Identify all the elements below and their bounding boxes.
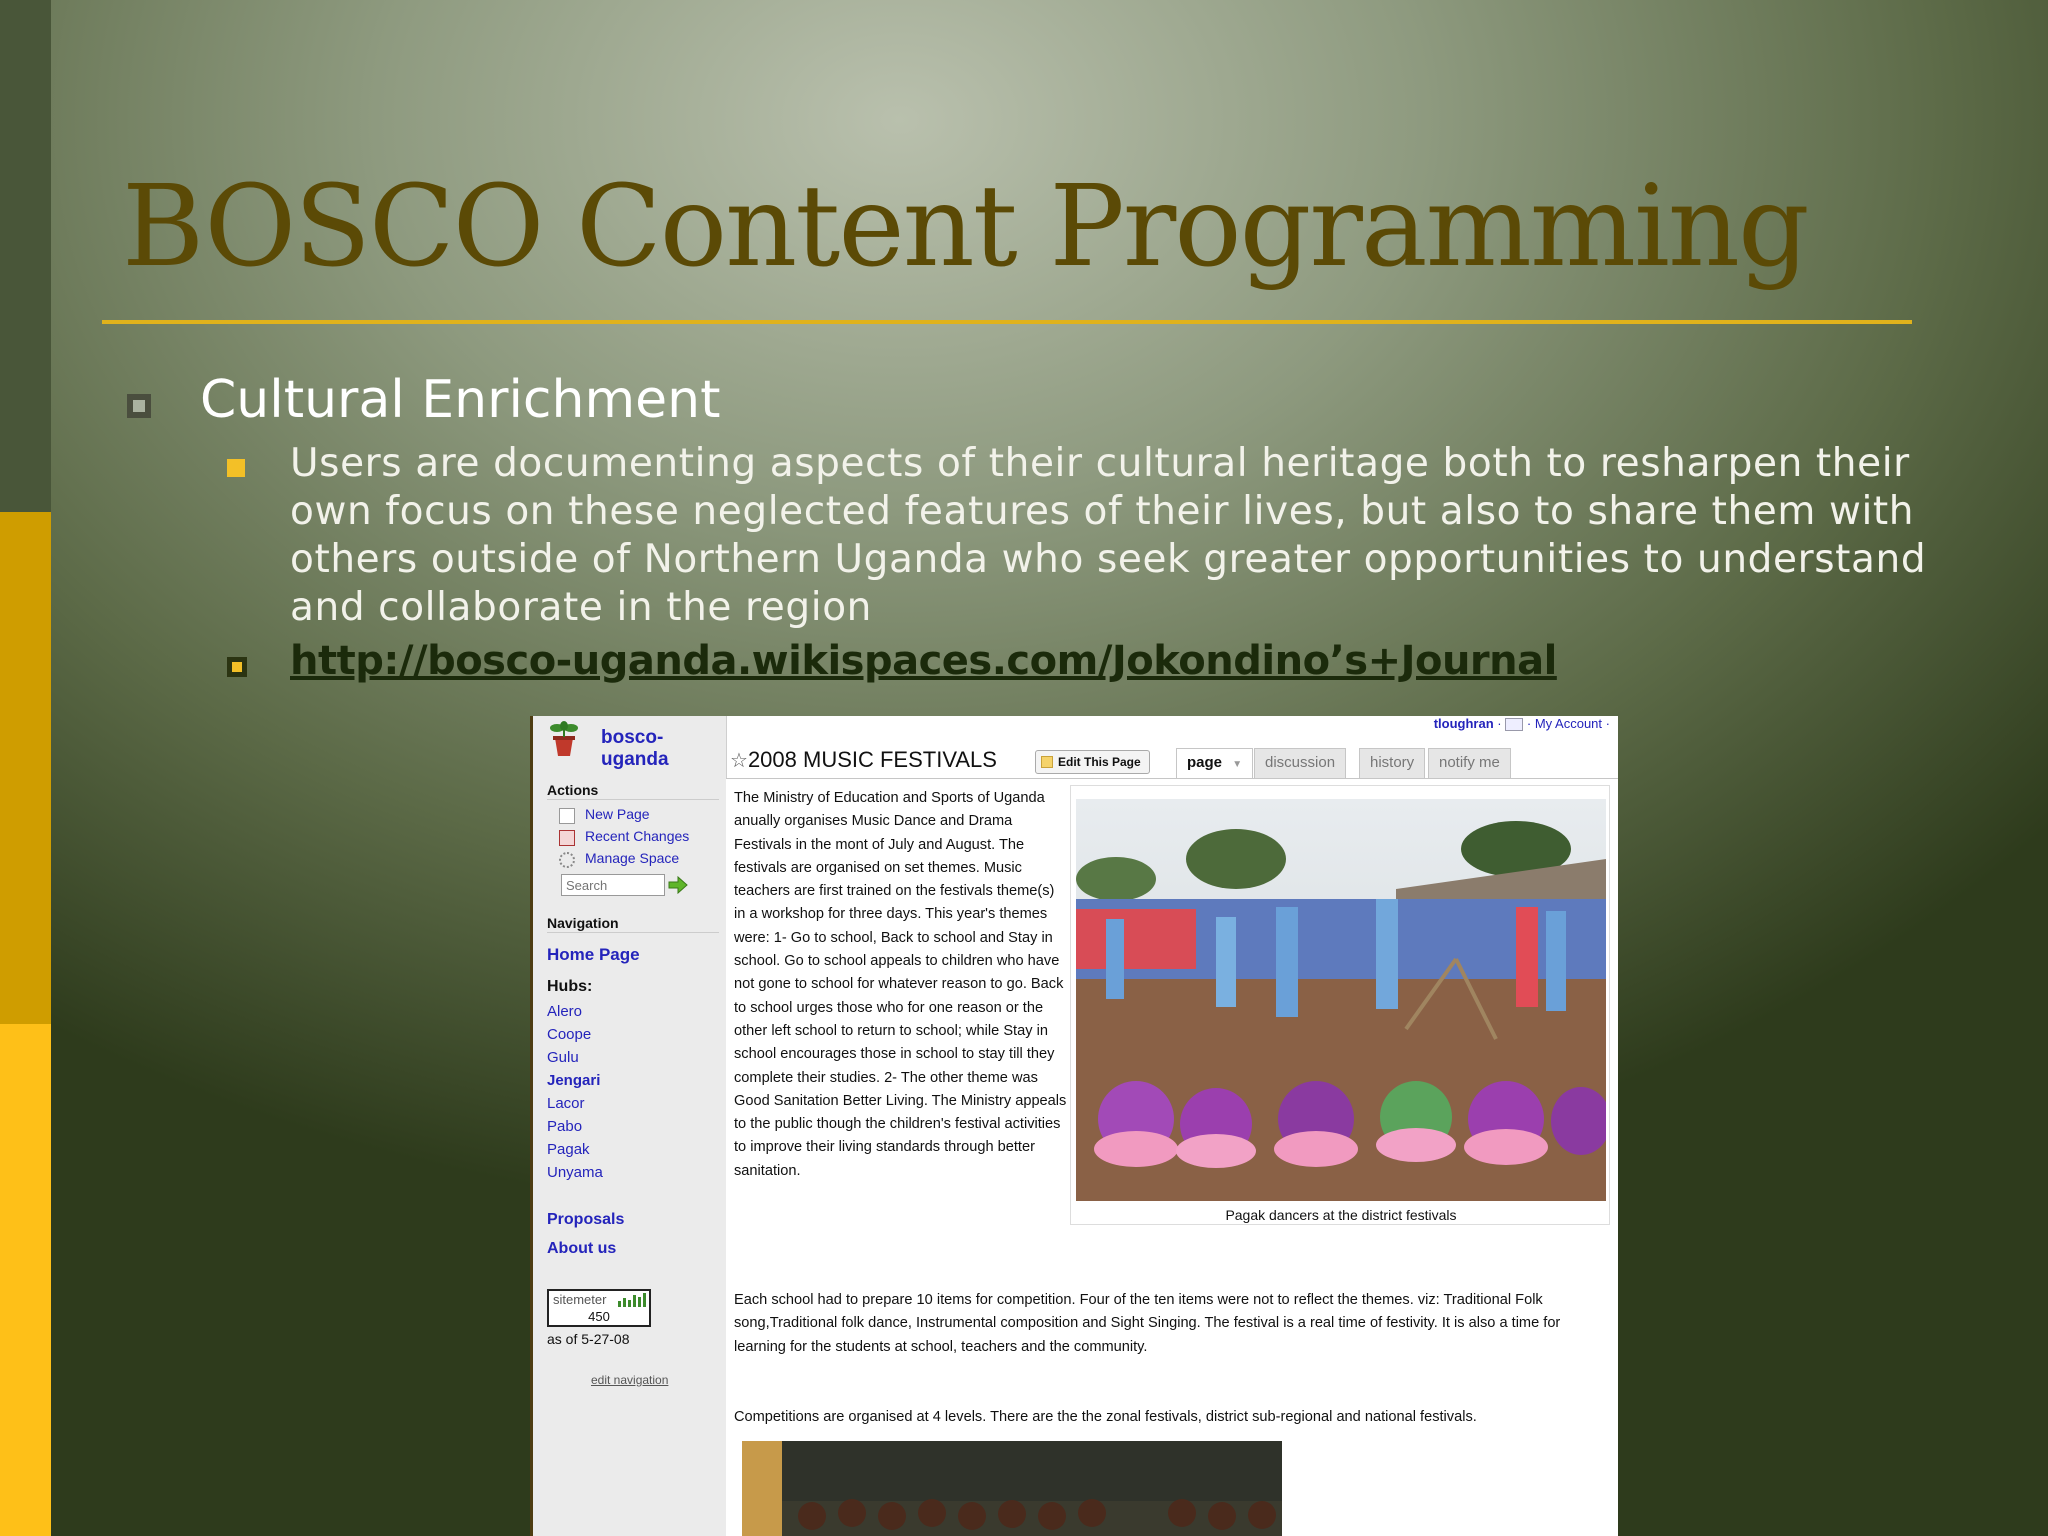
accent-bar-bottom <box>0 1024 51 1536</box>
my-account-link[interactable]: My Account <box>1535 716 1602 731</box>
hub-link[interactable]: Gulu <box>547 1049 579 1066</box>
gear-icon <box>559 852 575 868</box>
wiki-site-name[interactable]: bosco-uganda <box>601 727 726 771</box>
edit-navigation-link[interactable]: edit navigation <box>591 1373 668 1387</box>
navigation-heading: Navigation <box>547 915 619 931</box>
sub-bullet-square-icon <box>227 459 245 477</box>
new-page-icon <box>559 808 575 824</box>
page-content: The Ministry of Education and Sports of … <box>726 779 1618 1536</box>
accent-bar-middle <box>0 512 51 1024</box>
hub-link[interactable]: Lacor <box>547 1095 585 1112</box>
slide: BOSCO Content Programming Cultural Enric… <box>0 0 2048 1536</box>
page-title: ☆2008 MUSIC FESTIVALS <box>730 747 997 773</box>
plant-pot-logo-icon <box>550 721 578 756</box>
divider <box>547 932 719 933</box>
username-link[interactable]: tloughran <box>1434 716 1494 731</box>
sitemeter-date: as of 5-27-08 <box>547 1331 630 1347</box>
sub-bullet-text: Users are documenting aspects of their c… <box>290 441 1927 630</box>
star-icon[interactable]: ☆ <box>730 750 748 772</box>
bullet-heading: Cultural Enrichment <box>200 370 721 430</box>
bar-graph-icon <box>618 1293 646 1307</box>
tab-discussion[interactable]: discussion <box>1254 748 1347 778</box>
wiki-sidebar: bosco-uganda Actions New Page Recent Cha… <box>533 716 727 1536</box>
separator: · <box>1605 716 1610 731</box>
pencil-icon <box>1041 756 1053 768</box>
nav-about-us[interactable]: About us <box>547 1240 616 1258</box>
search-input[interactable] <box>561 874 665 896</box>
hub-link[interactable]: Coope <box>547 1026 591 1043</box>
bullet-square-icon <box>127 394 151 418</box>
sitemeter-badge[interactable]: sitemeter 450 <box>547 1289 651 1327</box>
separator: · <box>1497 716 1502 731</box>
hubs-label: Hubs: <box>547 978 593 995</box>
title-underline <box>102 320 1912 324</box>
hub-link[interactable]: Alero <box>547 1003 582 1020</box>
slide-title: BOSCO Content Programming <box>122 162 1810 292</box>
dancers-photo <box>1076 799 1606 1201</box>
chevron-down-icon: ▼ <box>1232 759 1243 770</box>
sitemeter-brand: sitemeter <box>553 1292 607 1307</box>
actions-heading: Actions <box>547 782 599 798</box>
tab-history[interactable]: history <box>1359 748 1426 778</box>
edit-page-button[interactable]: Edit This Page <box>1035 750 1150 774</box>
page-title-text: 2008 MUSIC FESTIVALS <box>747 747 997 772</box>
mail-icon[interactable] <box>1505 718 1524 732</box>
action-recent-changes[interactable]: Recent Changes <box>585 828 689 844</box>
content-paragraph: Each school had to prepare 10 items for … <box>734 1292 1561 1355</box>
journal-link[interactable]: http://bosco-uganda.wikispaces.com/Jokon… <box>290 638 1557 684</box>
separator: · <box>1526 716 1532 731</box>
tab-page-label: page <box>1187 754 1223 771</box>
sitemeter-count: 450 <box>588 1309 610 1324</box>
content-paragraph: Competitions are organised at 4 levels. … <box>734 1409 1477 1425</box>
hub-link[interactable]: Pabo <box>547 1118 582 1135</box>
nav-proposals[interactable]: Proposals <box>547 1211 624 1229</box>
action-new-page[interactable]: New Page <box>585 806 650 822</box>
divider <box>547 799 719 800</box>
hub-link[interactable]: Jengari <box>547 1072 600 1089</box>
tab-notify-me[interactable]: notify me <box>1428 748 1511 778</box>
choir-photo <box>742 1441 1282 1536</box>
hub-link[interactable]: Pagak <box>547 1141 590 1158</box>
hub-link[interactable]: Unyama <box>547 1164 603 1181</box>
calendar-icon <box>559 830 575 846</box>
sub-bullet-hollow-square-icon <box>227 657 247 677</box>
tab-page[interactable]: page ▼ <box>1176 748 1254 780</box>
accent-bar-top <box>0 0 51 512</box>
edit-page-label: Edit This Page <box>1058 755 1141 769</box>
action-manage-space[interactable]: Manage Space <box>585 850 679 866</box>
nav-home-page[interactable]: Home Page <box>547 945 640 965</box>
user-links: tloughran · · My Account · <box>1434 716 1610 732</box>
go-arrow-icon[interactable] <box>668 876 688 894</box>
content-paragraph: The Ministry of Education and Sports of … <box>734 790 1067 1179</box>
figure-caption: Pagak dancers at the district festivals <box>1225 1207 1457 1223</box>
wiki-screenshot: bosco-uganda Actions New Page Recent Cha… <box>530 716 1618 1536</box>
